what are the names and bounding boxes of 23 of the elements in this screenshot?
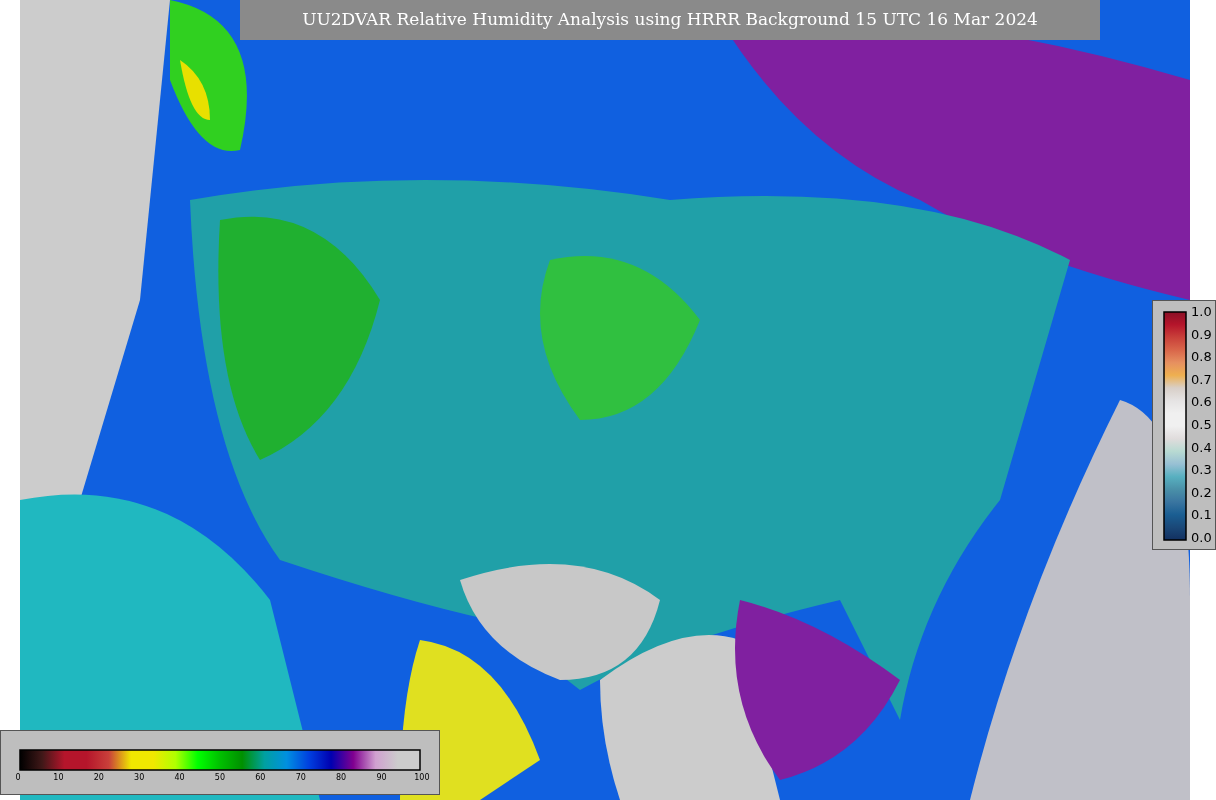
tick-label: 0.6: [1191, 395, 1212, 410]
tick-label: 10: [52, 773, 65, 783]
tick-label: 0.8: [1191, 350, 1212, 365]
tick-label: 0.4: [1191, 440, 1212, 455]
tick-label: 0: [14, 773, 22, 783]
tick-label: 50: [213, 773, 227, 783]
tick-label: 20: [92, 773, 105, 783]
tick-label: 0.9: [1191, 327, 1212, 342]
tick-label: 70: [294, 773, 307, 783]
map-title: UU2DVAR Relative Humidity Analysis using HRRR Background 15 UTC 16 Mar 2024: [302, 8, 1038, 32]
tick-label: 0.2: [1191, 485, 1212, 500]
tick-label: 80: [335, 773, 348, 783]
tick-label: 40: [173, 773, 186, 783]
tick-label: 100: [413, 773, 430, 783]
tick-label: 0.7: [1191, 372, 1212, 387]
tick-label: 30: [133, 773, 146, 783]
tick-label: 1.0: [1191, 305, 1212, 319]
tick-label: 0.1: [1191, 508, 1212, 523]
tick-label: 0.3: [1191, 463, 1212, 478]
tick-label: 60: [254, 773, 267, 783]
tick-label: 0.5: [1191, 417, 1212, 432]
tick-label: 90: [375, 773, 388, 783]
tick-label: 0.0: [1191, 530, 1212, 545]
